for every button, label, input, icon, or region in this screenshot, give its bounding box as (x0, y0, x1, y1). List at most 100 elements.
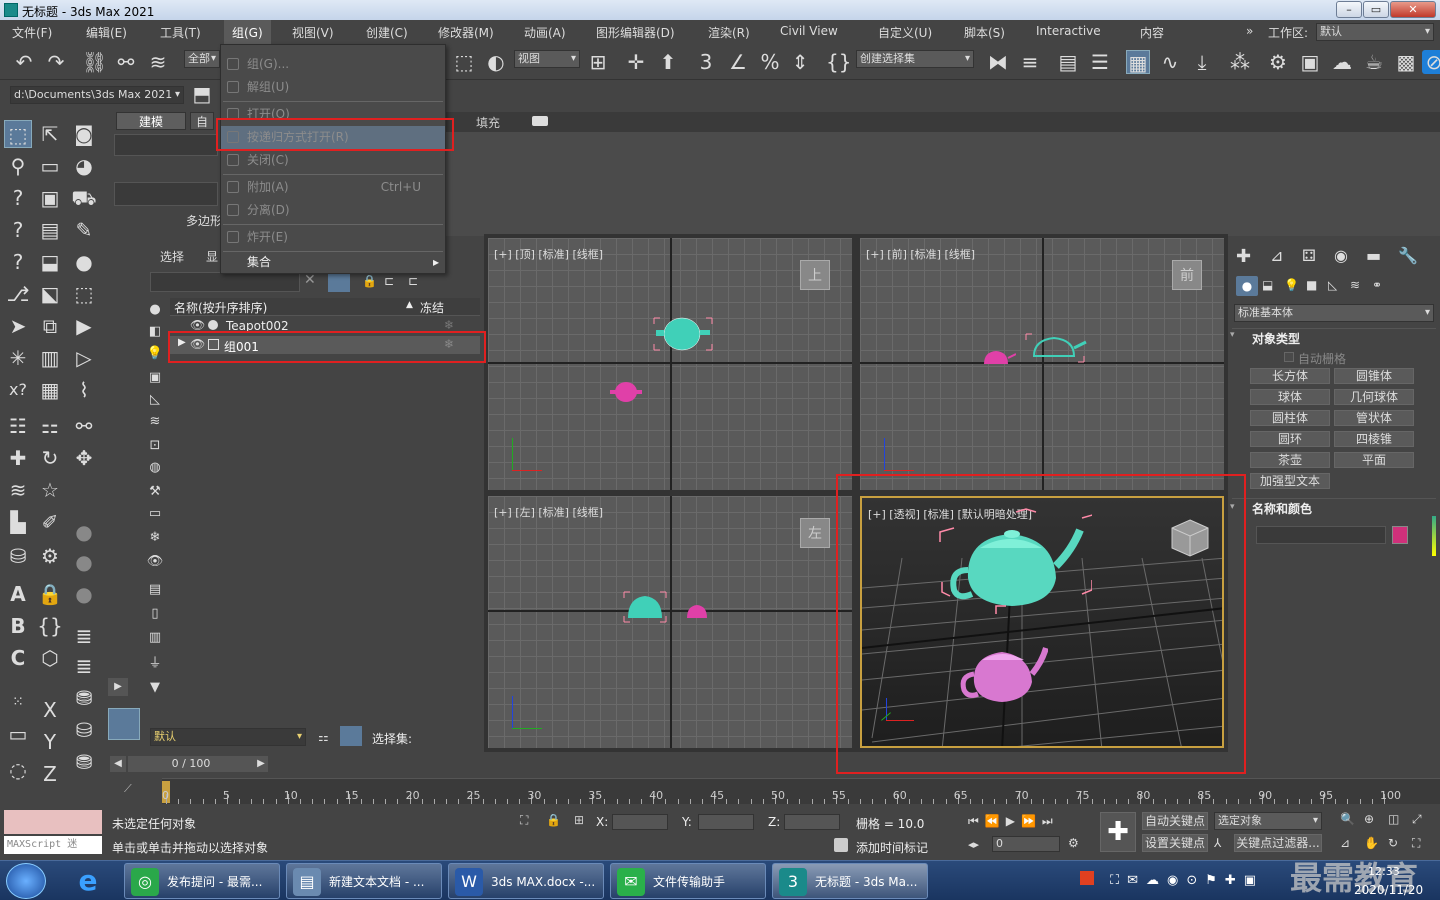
freeze-snowflake-icon[interactable]: ❄ (444, 337, 454, 351)
taskbar-item[interactable]: W 3ds MAX.docx -... (448, 863, 604, 899)
ribbon-tab-modeling[interactable]: 建模 (116, 112, 186, 130)
project-path-dropdown[interactable]: d:\Documents\3ds Max 2021 (10, 86, 184, 104)
material-editor-icon[interactable]: ⁂ (1228, 50, 1252, 74)
rotate-icon[interactable]: ↻ (36, 444, 64, 472)
clear-search-icon[interactable]: ✕ (304, 272, 316, 288)
lock-icon[interactable]: 🔒 (36, 580, 64, 608)
unlink-icon[interactable]: ⚯ (114, 50, 138, 74)
filter-shapes-icon[interactable]: ◧ (144, 322, 166, 342)
project-folder-icon[interactable]: ⬒ (190, 82, 214, 106)
scene-tab-select[interactable]: 选择 (160, 248, 184, 265)
filter-funnel2-icon[interactable]: ▼ (144, 678, 166, 698)
stack3-icon[interactable]: ≣ (70, 622, 98, 650)
filter-geometry-icon[interactable]: ● (144, 300, 166, 320)
absolute-mode-icon[interactable]: ⊞ (574, 813, 584, 827)
y-coordinate-field[interactable] (698, 814, 754, 830)
menu-group[interactable]: 组(G) (224, 20, 271, 44)
shirt-icon[interactable]: ⛟ (70, 184, 98, 212)
box-select-icon[interactable]: ▭ (36, 152, 64, 180)
angle-snap-icon[interactable]: ∠ (726, 50, 750, 74)
teapot-top-pink[interactable] (608, 380, 644, 404)
set-key-icon[interactable]: ✚ (1100, 812, 1136, 852)
stack4-icon[interactable]: ≣ (70, 652, 98, 680)
clock-date[interactable]: 2020/11/20 (1354, 883, 1423, 897)
pyramid-button[interactable]: 四棱锥 (1334, 431, 1414, 447)
geosphere-button[interactable]: 几何球体 (1334, 389, 1414, 405)
curve-icon[interactable]: ? (4, 184, 32, 212)
ruler-icon[interactable]: ▭ (4, 720, 32, 748)
column-freeze[interactable]: 冻结 (420, 299, 444, 316)
ribbon-options-icon[interactable] (532, 116, 548, 126)
selection-lock-icon[interactable]: 🔒 (546, 813, 561, 827)
selection-filter-dropdown[interactable]: 全部 (184, 50, 220, 68)
menu-item-group[interactable]: 组(G)... (221, 53, 445, 76)
select-tool-icon[interactable]: ⬚ (4, 120, 32, 148)
spacewarps-icon[interactable]: ≋ (1350, 278, 1360, 292)
layer-dropdown[interactable]: 默认 (150, 728, 306, 746)
x-coordinate-field[interactable] (612, 814, 668, 830)
layer-manager-icon[interactable]: ▤ (1056, 50, 1080, 74)
sphere-button[interactable]: 球体 (1250, 389, 1330, 405)
timeline-track[interactable]: 0 5 10 15 20 25 30 35 40 45 50 55 60 65 70 75 80 85 90 95 10… (162, 778, 1440, 804)
stack2-icon[interactable]: ≋ (4, 476, 32, 504)
visibility-eye-icon[interactable]: 👁 (190, 318, 205, 332)
systems-icon[interactable]: ⚭ (1372, 278, 1382, 292)
teapot-persp-pink[interactable] (958, 638, 1048, 708)
pen-icon[interactable]: ✎ (70, 216, 98, 244)
redo-icon[interactable]: ↷ (44, 50, 68, 74)
expand-arrow-icon[interactable]: ▶ (178, 337, 186, 348)
lock-selection-icon[interactable]: 🔒 (362, 274, 377, 288)
zoom-all-icon[interactable]: ⊕ (1364, 812, 1374, 826)
text-b-icon[interactable]: B (4, 612, 32, 640)
text-plus-button[interactable]: 加强型文本 (1250, 473, 1330, 489)
column-name[interactable]: 名称(按升序排序) (174, 299, 267, 316)
menu-scripting[interactable]: 脚本(S) (964, 24, 1005, 41)
toggle-ribbon-icon[interactable]: ▦ (1126, 50, 1150, 75)
filter-hidden-icon[interactable]: 👁 (144, 552, 166, 572)
object-color-swatch[interactable] (1392, 526, 1408, 544)
filter-groups-icon[interactable]: ⊡ (144, 436, 166, 456)
menu-modifiers[interactable]: 修改器(M) (438, 24, 494, 41)
scene-explorer-icon[interactable]: ☰ (1088, 50, 1112, 74)
menu-overflow-chevron[interactable]: » (1246, 24, 1253, 38)
maximize-viewport-icon[interactable]: ⛶ (1412, 836, 1420, 851)
menu-civil-view[interactable]: Civil View (780, 24, 838, 38)
scene-search-input[interactable] (150, 272, 300, 292)
teapot-front-pink[interactable] (976, 346, 1016, 368)
playback-controls[interactable]: ⏮⏪▶⏩⏭ (968, 814, 1059, 829)
scene-explorer-mode-icon[interactable] (340, 726, 362, 746)
axis-y-icon[interactable]: Y (36, 728, 64, 756)
menu-item-close[interactable]: 关闭(C) (221, 149, 445, 172)
axis-x-icon[interactable]: X (36, 696, 64, 724)
paint-icon[interactable]: ◕ (70, 152, 98, 180)
panel-scrollbar[interactable] (1432, 516, 1436, 556)
percent-snap-icon[interactable]: % (758, 50, 782, 74)
menu-create[interactable]: 创建(C) (366, 24, 408, 41)
star-icon[interactable]: ☆ (36, 476, 64, 504)
3ds-online-icon[interactable]: ⊘ (1422, 50, 1440, 74)
unlink2-icon[interactable]: ⚯ (70, 412, 98, 440)
viewport-left[interactable]: [+] [左] [标准] [线框] 左 (488, 496, 852, 748)
select-move-icon[interactable]: ✛ (624, 50, 648, 74)
filter-funnel-icon[interactable]: ⏚ (144, 654, 166, 674)
filter-xrefs-icon[interactable]: ◍ (144, 458, 166, 478)
tray-icons[interactable]: ⛶✉☁◉⊙⚑✚▣ (1110, 873, 1264, 888)
visibility-eye-icon[interactable]: 👁 (190, 337, 205, 351)
viewport-top[interactable]: [+] [顶] [标准] [线框] 上 (488, 238, 852, 490)
ribbon-tab-freeform[interactable]: 自 (190, 112, 214, 130)
viewport-label[interactable]: [+] [顶] [标准] [线框] (494, 246, 603, 262)
curve-toggle-icon[interactable]: ⟋ (124, 782, 132, 796)
maximize-button[interactable]: ▭ (1363, 1, 1389, 18)
viewcube[interactable]: 前 (1172, 260, 1202, 290)
teapot-persp-teal[interactable] (932, 508, 1092, 618)
stack7-icon[interactable]: ⛃ (70, 748, 98, 776)
taskbar-item[interactable]: ◎ 发布提问 - 最需... (124, 863, 280, 899)
stack5-icon[interactable]: ⛃ (70, 684, 98, 712)
menu-edit[interactable]: 编辑(E) (86, 24, 127, 41)
freeform-tool-icon[interactable]: ⇱ (36, 120, 64, 148)
isolate-icon[interactable]: ⛶ (520, 813, 528, 828)
cylinder-button[interactable]: 圆柱体 (1250, 410, 1330, 426)
viewport-label[interactable]: [+] [左] [标准] [线框] (494, 504, 603, 520)
key-filters-button[interactable]: 关键点过滤器... (1234, 834, 1322, 852)
auto-grid-checkbox[interactable] (1284, 352, 1294, 362)
